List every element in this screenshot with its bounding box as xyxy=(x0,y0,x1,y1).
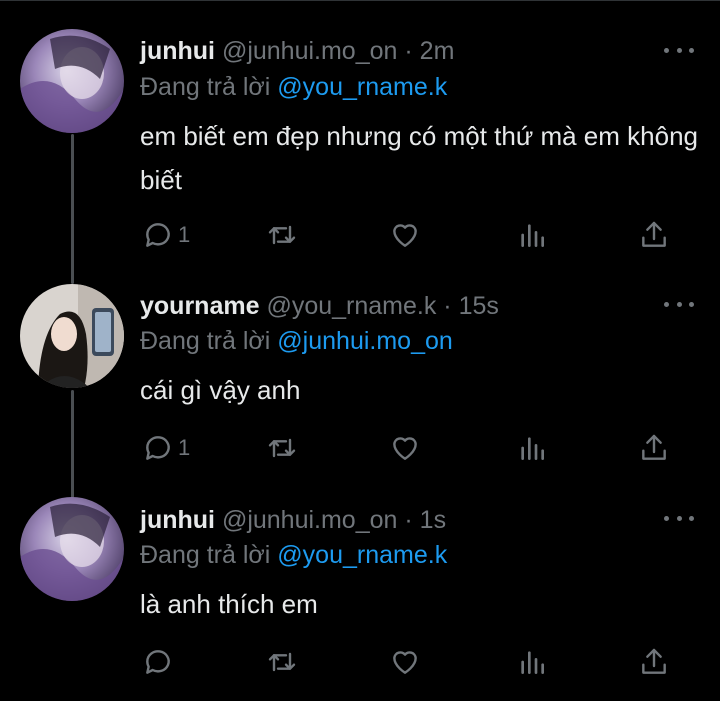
reply-mention[interactable]: @you_rname.k xyxy=(277,541,447,569)
retweet-button[interactable] xyxy=(266,644,298,680)
reply-context: Đang trả lời @you_rname.k xyxy=(140,540,447,570)
reply-prefix: Đang trả lời xyxy=(140,541,271,569)
share-icon xyxy=(642,648,666,674)
like-button[interactable] xyxy=(389,644,421,680)
tweet-text: là anh thích em xyxy=(140,589,318,619)
tweet[interactable]: junhui @junhui.mo_on · 1s Đang trả lời @… xyxy=(0,0,720,701)
views-icon xyxy=(521,651,544,674)
dot-separator: · xyxy=(404,506,413,534)
handle[interactable]: @junhui.mo_on xyxy=(222,506,398,534)
display-name[interactable]: junhui xyxy=(140,506,215,534)
views-button[interactable] xyxy=(516,644,548,680)
reply-icon xyxy=(146,650,170,674)
share-button[interactable] xyxy=(638,644,670,680)
reply-button[interactable] xyxy=(142,644,178,680)
avatar[interactable] xyxy=(20,497,124,601)
heart-icon xyxy=(393,651,417,674)
retweet-icon xyxy=(268,652,296,672)
tweet-header: junhui @junhui.mo_on · 1s xyxy=(140,505,446,535)
more-icon[interactable] xyxy=(664,508,694,528)
timestamp[interactable]: 1s xyxy=(420,506,446,534)
action-bar xyxy=(140,644,680,680)
